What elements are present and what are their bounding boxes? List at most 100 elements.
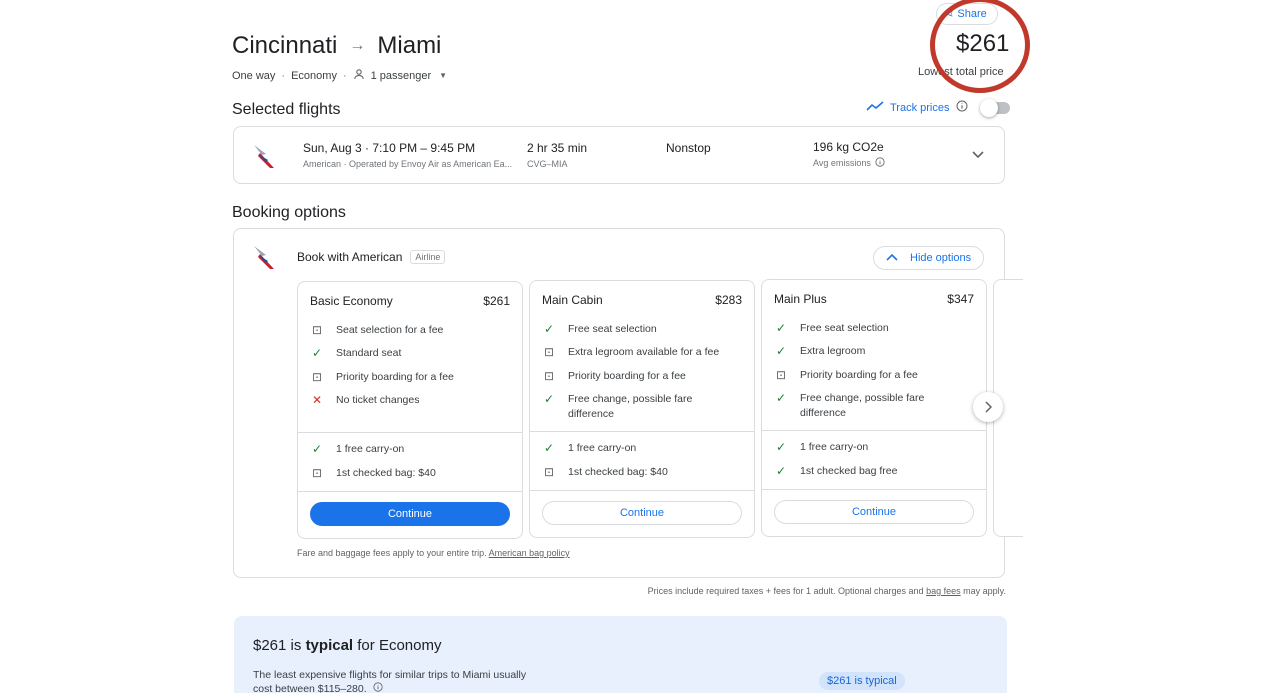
feature-text: Priority boarding for a fee [336, 371, 454, 383]
feature-text: Free seat selection [800, 322, 889, 334]
fare-name: Main Plus [774, 292, 827, 306]
booking-card: Book with American Airline Hide options … [233, 228, 1023, 578]
destination-city: Miami [377, 32, 442, 59]
trend-icon [866, 101, 884, 114]
cabin-class[interactable]: Economy [291, 70, 337, 82]
divider [762, 489, 986, 490]
check-icon: ✓ [311, 346, 323, 360]
booking-options-heading: Booking options [232, 204, 346, 221]
track-prices-label: Track prices [890, 101, 950, 114]
caret-down-icon[interactable]: ▼ [439, 71, 447, 80]
bag-fee-icon: ⊡ [311, 370, 323, 384]
feature-text: 1 free carry-on [568, 442, 637, 454]
arrow-right-icon: → [349, 37, 366, 54]
price-note-suffix: may apply. [963, 586, 1006, 596]
feature-text: 1st checked bag: $40 [568, 466, 668, 478]
fare-feature: ⊡ Priority boarding for a fee [774, 368, 976, 383]
fare-price: $283 [715, 293, 742, 307]
american-airlines-logo [252, 142, 280, 170]
feature-text: Priority boarding for a fee [568, 370, 686, 382]
hide-options-label: Hide options [910, 252, 972, 264]
divider [298, 491, 522, 492]
fare-card-main-cabin[interactable]: Main Cabin $283 ✓ Free seat selection ⊡ Ex… [529, 280, 755, 538]
chevron-right-icon[interactable] [973, 392, 1003, 422]
feature-text: Standard seat [336, 347, 402, 359]
check-icon: ✓ [775, 391, 787, 405]
continue-button[interactable]: Continue [542, 501, 742, 525]
info-icon[interactable] [875, 157, 885, 169]
feature-text: No ticket changes [336, 394, 420, 406]
american-airlines-logo [252, 243, 280, 271]
fee-note-text: Fare and baggage fees apply to your enti… [297, 548, 487, 558]
info-icon[interactable] [373, 682, 383, 693]
bag-fees-link[interactable]: bag fees [926, 586, 961, 596]
fare-header: Basic Economy $261 [310, 294, 510, 308]
fare-card-main-plus[interactable]: Main Plus $347 ✓ Free seat selection ✓ Ext… [761, 279, 987, 537]
track-prices[interactable]: Track prices [866, 98, 1010, 117]
check-icon: ✓ [775, 464, 787, 478]
insight-typical: typical [305, 637, 354, 654]
check-icon: ✓ [775, 321, 787, 335]
info-icon[interactable] [956, 100, 968, 115]
divider [298, 432, 522, 433]
flight-date-time: Sun, Aug 3 · 7:10 PM – 9:45 PM [303, 141, 476, 155]
divider [530, 431, 754, 432]
check-icon: ✓ [775, 344, 787, 358]
emissions-caption: Avg emissions [813, 158, 871, 168]
origin-city: Cincinnati [232, 32, 338, 59]
flight-stops: Nonstop [666, 141, 711, 155]
divider [762, 430, 986, 431]
fare-feature: ✓ Standard seat [310, 346, 512, 361]
bag-fee-icon: ⊡ [543, 345, 555, 359]
chevron-down-icon[interactable] [971, 147, 985, 165]
feature-text: Priority boarding for a fee [800, 369, 918, 381]
fare-feature: ✓ Free change, possible fare difference [542, 392, 702, 422]
feature-text: 1 free carry-on [800, 441, 869, 453]
fare-feature: ✓ Free seat selection [774, 321, 976, 336]
fare-feature: ✓ Extra legroom [774, 344, 976, 359]
feature-text: Extra legroom available for a fee [568, 346, 720, 358]
bag-fee-icon: ⊡ [543, 369, 555, 383]
passenger-count[interactable]: 1 passenger [371, 70, 432, 82]
continue-button[interactable]: Continue [774, 500, 974, 524]
bag-policy-link[interactable]: American bag policy [489, 548, 570, 558]
separator-dot: · [281, 69, 286, 82]
fare-header: Main Cabin $283 [542, 293, 742, 307]
hide-options-button[interactable]: Hide options [873, 246, 985, 270]
fare-header: Main Plus $347 [774, 292, 974, 306]
insight-is: is [290, 637, 302, 654]
feature-text: Free change, possible fare difference [568, 393, 693, 420]
check-icon: ✓ [543, 392, 555, 406]
feature-text: 1st checked bag free [800, 465, 898, 477]
trip-type[interactable]: One way [232, 70, 275, 82]
separator-dot: · [342, 69, 347, 82]
chevron-up-icon [886, 252, 898, 264]
check-icon: ✓ [543, 441, 555, 455]
price-insight-panel: $261 is typical for Economy The least ex… [234, 616, 1007, 693]
insight-desc-line-2-row: cost between $115–280. [253, 682, 526, 693]
insight-for: for Economy [357, 637, 442, 654]
insight-heading: $261 is typical for Economy [253, 637, 441, 654]
flight-route: CVG–MIA [527, 159, 568, 169]
insight-price: $261 [253, 637, 287, 654]
bag-feature: ⊡ 1st checked bag: $40 [542, 465, 744, 480]
emissions-caption-row: Avg emissions [813, 157, 885, 169]
selected-flight-card[interactable]: Sun, Aug 3 · 7:10 PM – 9:45 PM American … [233, 126, 1005, 184]
price-note: Prices include required taxes + fees for… [648, 586, 1006, 596]
fare-card-basic-economy[interactable]: Basic Economy $261 ⊡ Seat selection for a… [297, 281, 523, 539]
check-icon: ✓ [543, 322, 555, 336]
feature-text: 1 free carry-on [336, 443, 405, 455]
provider-tag: Airline [410, 250, 446, 264]
selected-flights-heading: Selected flights [232, 101, 341, 118]
route-title: Cincinnati → Miami [232, 32, 441, 60]
bag-feature: ✓ 1 free carry-on [542, 441, 744, 456]
continue-button[interactable]: Continue [310, 502, 510, 526]
fare-feature: ✕ No ticket changes [310, 393, 512, 408]
close-icon: ✕ [311, 393, 323, 407]
track-prices-toggle[interactable] [979, 98, 1010, 117]
bag-fee-icon: ⊡ [311, 323, 323, 337]
bag-feature: ✓ 1 free carry-on [774, 440, 976, 455]
check-icon: ✓ [775, 440, 787, 454]
trip-summary: One way · Economy · 1 passenger ▼ [232, 68, 447, 83]
fare-feature: ⊡ Priority boarding for a fee [542, 369, 744, 384]
